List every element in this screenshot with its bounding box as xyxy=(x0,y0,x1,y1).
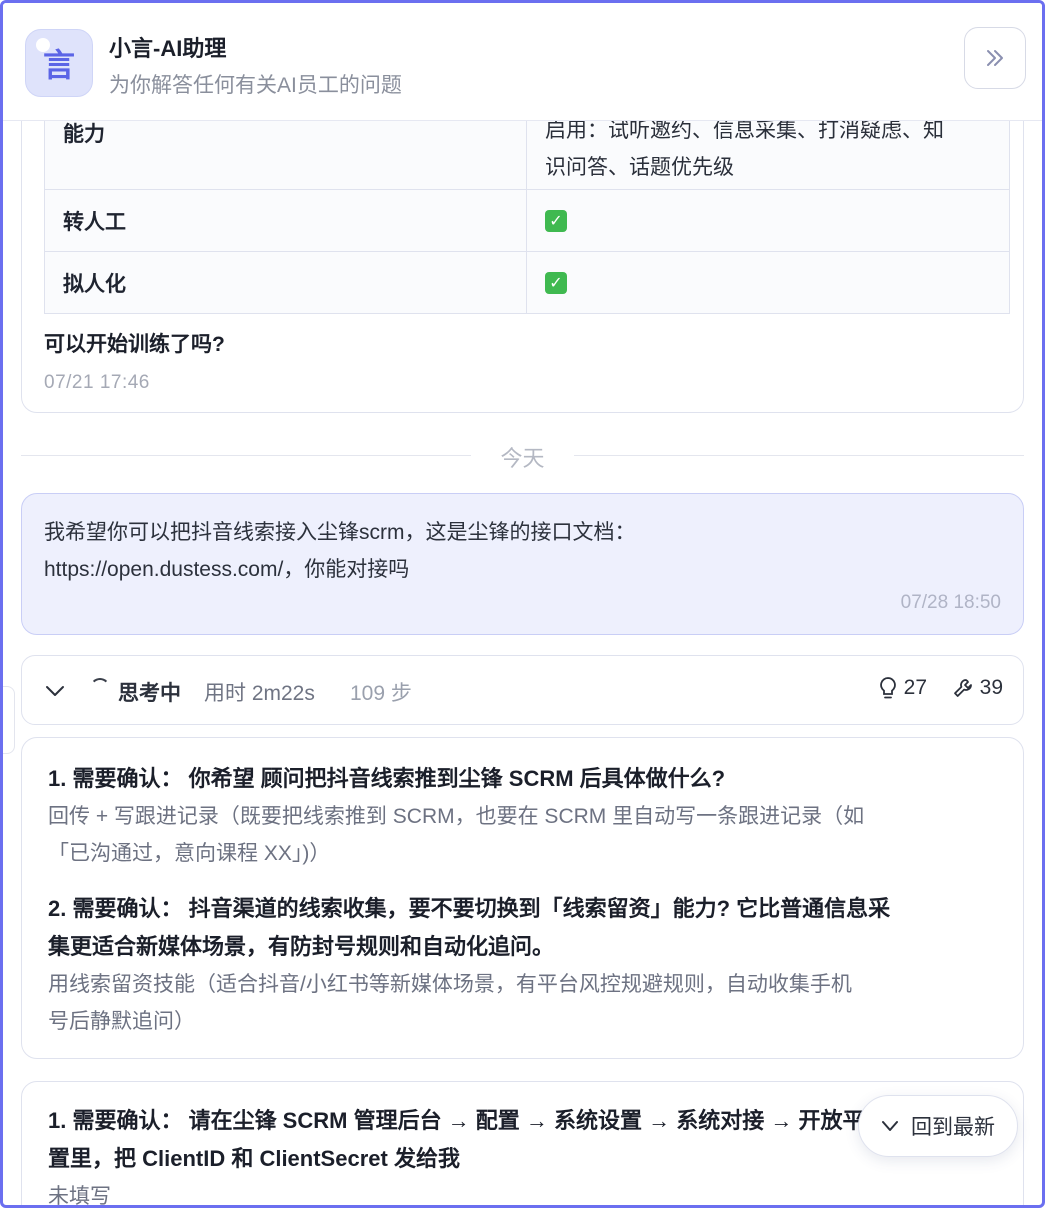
assistant-title: 小言-AI助理 xyxy=(109,36,227,61)
table-row: 拟人化 ✓ xyxy=(44,252,1010,314)
thinking-label: 思考中 xyxy=(118,682,181,705)
table-cell-label: 转人工 xyxy=(45,190,527,251)
tools-counter[interactable]: 39 xyxy=(952,676,1003,700)
back-to-latest-label: 回到最新 xyxy=(911,1116,995,1139)
confirmation-answer: 用线索留资技能（适合抖音/小红书等新媒体场景，有平台风控规避规则，自动收集手机 xyxy=(48,973,852,996)
ideas-count: 27 xyxy=(903,676,927,699)
assistant-avatar: 言 xyxy=(25,29,93,97)
confirmation-question: 集更适合新媒体场景，有防封号规则和自动化追问。 xyxy=(48,934,555,959)
divider-line xyxy=(574,455,1024,456)
confirmation-answer: 号后静默追问） xyxy=(48,1010,195,1033)
table-row: 能力 启用：试听邀约、信息采集、打消疑虑、知 识问答、话题优先级 xyxy=(44,121,1010,190)
thinking-duration: 用时 2m22s xyxy=(204,682,315,705)
date-divider: 今天 xyxy=(21,441,1024,471)
app-window: 言 小言-AI助理 为你解答任何有关AI员工的问题 能力 启用：试听邀约、信息采… xyxy=(0,0,1045,1208)
confirmation-item: 1. 需要确认： 你希望 顾问把抖音线索推到尘锋 SCRM 后具体做什么? 回传… xyxy=(48,760,997,872)
thinking-steps: 109 步 xyxy=(350,682,412,705)
table-row: 转人工 ✓ xyxy=(44,190,1010,252)
confirmation-question: 1. 需要确认： 请在尘锋 SCRM 管理后台 → 配置 → 系统设置 → 系统… xyxy=(48,1108,909,1133)
double-chevron-right-icon xyxy=(987,50,1003,66)
side-drawer-handle[interactable] xyxy=(3,686,15,754)
chevron-down-icon xyxy=(882,1121,898,1131)
ideas-counter[interactable]: 27 xyxy=(878,676,927,700)
wrench-icon xyxy=(953,679,972,697)
chat-scroll-area[interactable]: 能力 启用：试听邀约、信息采集、打消疑虑、知 识问答、话题优先级 转人工 ✓ 拟… xyxy=(3,121,1042,1205)
confirmation-question: 2. 需要确认： 抖音渠道的线索收集，要不要切换到「线索留资」能力? 它比普通信… xyxy=(48,896,891,921)
user-message-bubble: 我希望你可以把抖音线索接入尘锋scrm，这是尘锋的接口文档： https://o… xyxy=(21,493,1024,635)
message-timestamp: 07/28 18:50 xyxy=(900,592,1001,613)
confirmation-answer: 回传 + 写跟进记录（既要把线索推到 SCRM，也要在 SCRM 里自动写一条跟… xyxy=(48,805,865,828)
tools-count: 39 xyxy=(979,676,1003,699)
table-cell-value: ✓ xyxy=(527,190,1009,251)
table-cell-value: ✓ xyxy=(527,252,1009,313)
chevron-down-icon[interactable] xyxy=(44,680,66,702)
table-cell-value: 启用：试听邀约、信息采集、打消疑虑、知 识问答、话题优先级 xyxy=(527,121,1009,189)
date-divider-label: 今天 xyxy=(500,446,545,471)
assistant-subtitle: 为你解答任何有关AI员工的问题 xyxy=(109,74,402,97)
table-cell-text: 识问答、话题优先级 xyxy=(545,156,734,179)
user-message-text: 我希望你可以把抖音线索接入尘锋scrm，这是尘锋的接口文档： https://o… xyxy=(44,514,1001,588)
table-cell-label: 能力 xyxy=(45,121,527,189)
avatar-highlight xyxy=(36,38,50,52)
confirmation-item: 2. 需要确认： 抖音渠道的线索收集，要不要切换到「线索留资」能力? 它比普通信… xyxy=(48,890,997,1040)
thinking-status-bar[interactable]: 思考中 用时 2m22s 109 步 27 39 xyxy=(21,655,1024,725)
check-mark-icon: ✓ xyxy=(545,209,567,232)
confirmation-question: 置里，把 ClientID 和 ClientSecret 发给我 xyxy=(48,1146,460,1171)
table-cell-text: 启用：试听邀约、信息采集、打消疑虑、知 xyxy=(545,121,944,142)
user-message-line: https://open.dustess.com/，你能对接吗 xyxy=(44,558,410,581)
back-to-latest-button[interactable]: 回到最新 xyxy=(858,1095,1018,1157)
message-timestamp: 07/21 17:46 xyxy=(44,372,150,393)
check-mark-icon: ✓ xyxy=(545,271,567,294)
confirmation-answer: 「已沟通过，意向课程 XX」)） xyxy=(48,842,331,865)
table-cell-label: 拟人化 xyxy=(45,252,527,313)
loading-spinner-icon xyxy=(90,678,110,698)
user-message-line: 我希望你可以把抖音线索接入尘锋scrm，这是尘锋的接口文档： xyxy=(44,521,636,544)
collapse-panel-button[interactable] xyxy=(964,27,1026,89)
chat-header: 言 小言-AI助理 为你解答任何有关AI员工的问题 xyxy=(3,3,1042,121)
confirmation-item: 1. 需要确认： 请在尘锋 SCRM 管理后台 → 配置 → 系统设置 → 系统… xyxy=(48,1102,997,1205)
confirmation-card: 1. 需要确认： 你希望 顾问把抖音线索推到尘锋 SCRM 后具体做什么? 回传… xyxy=(21,737,1024,1059)
lightbulb-icon xyxy=(879,677,896,699)
message-question: 可以开始训练了吗? xyxy=(44,333,225,356)
confirmation-question: 1. 需要确认： 你希望 顾问把抖音线索推到尘锋 SCRM 后具体做什么? xyxy=(48,766,726,791)
confirmation-answer: 未填写 xyxy=(48,1185,111,1205)
assistant-message-card: 能力 启用：试听邀约、信息采集、打消疑虑、知 识问答、话题优先级 转人工 ✓ 拟… xyxy=(21,121,1024,413)
